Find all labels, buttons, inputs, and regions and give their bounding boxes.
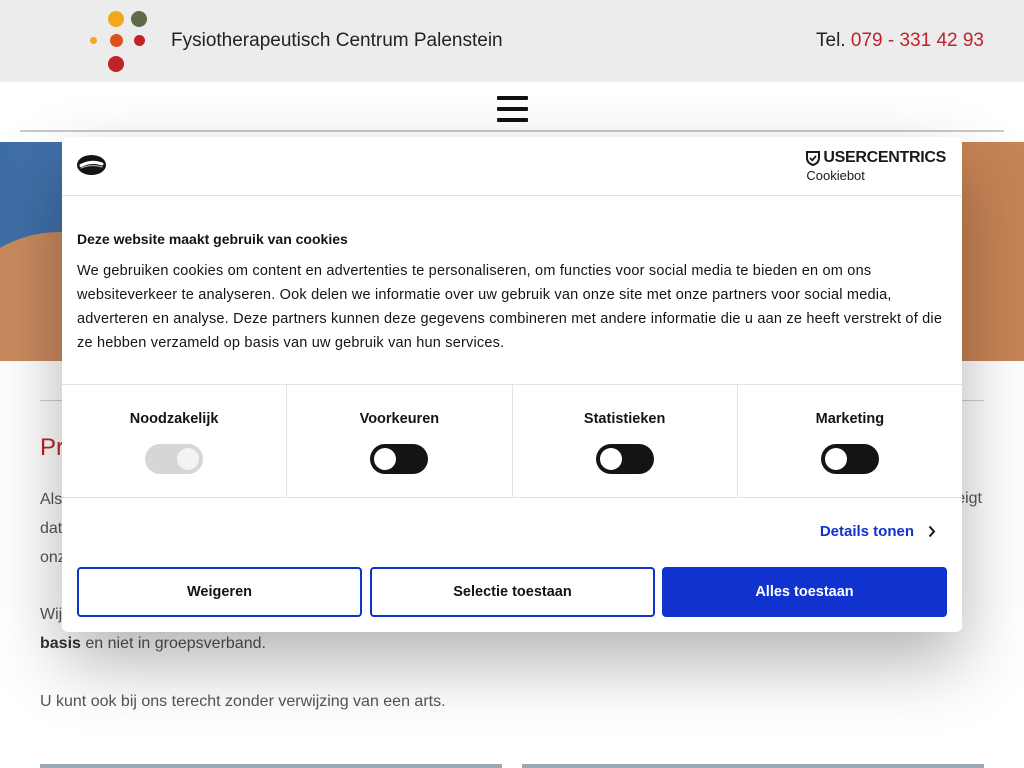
category-statistics: Statistieken bbox=[513, 385, 738, 497]
body-text: basis en niet in groepsverband. bbox=[40, 629, 266, 658]
phone-contact: Tel. 079 - 331 42 93 bbox=[816, 30, 984, 52]
category-label: Voorkeuren bbox=[359, 411, 440, 427]
category-marketing: Marketing bbox=[738, 385, 962, 497]
nav-divider bbox=[20, 130, 1004, 132]
site-logo[interactable] bbox=[86, 8, 150, 76]
brand-name: USERCENTRICS bbox=[823, 149, 946, 166]
body-text-rest: en niet in groepsverband. bbox=[80, 635, 266, 652]
toggle-statistics[interactable] bbox=[595, 444, 654, 474]
photo-thumbnail bbox=[522, 764, 984, 768]
page-heading: Pr bbox=[40, 434, 64, 461]
photo-thumbnail bbox=[40, 764, 502, 768]
body-text: dat bbox=[40, 520, 63, 537]
menu-icon[interactable] bbox=[497, 96, 528, 124]
category-preferences: Voorkeuren bbox=[287, 385, 513, 497]
allow-selection-button[interactable]: Selectie toestaan bbox=[370, 567, 655, 617]
body-text: Wij bbox=[40, 606, 63, 623]
category-label: Statistieken bbox=[583, 411, 666, 427]
cookie-consent-dialog: USERCENTRICS Cookiebot Deze website maak… bbox=[62, 137, 962, 632]
body-text: Als bbox=[40, 491, 63, 508]
cookie-dialog-description: We gebruiken cookies om content en adver… bbox=[77, 263, 943, 351]
toggle-necessary bbox=[145, 444, 204, 474]
details-toggle-link[interactable]: Details tonen bbox=[820, 523, 936, 540]
shield-icon bbox=[806, 150, 821, 166]
category-label: Marketing bbox=[815, 411, 885, 427]
top-header: Fysiotherapeutisch Centrum Palenstein Te… bbox=[0, 0, 1024, 82]
site-name[interactable]: Fysiotherapeutisch Centrum Palenstein bbox=[171, 30, 503, 52]
bold-text: basis bbox=[40, 635, 81, 652]
phone-number-link[interactable]: 079 - 331 42 93 bbox=[851, 30, 984, 51]
cookie-dialog-title: Deze website maakt gebruik van cookies bbox=[77, 231, 348, 247]
cookie-dialog-header: USERCENTRICS Cookiebot bbox=[62, 137, 962, 196]
details-label: Details tonen bbox=[819, 523, 914, 540]
category-necessary: Noodzakelijk bbox=[62, 385, 288, 497]
cookiebot-logo-icon bbox=[77, 155, 106, 175]
usercentrics-brand[interactable]: USERCENTRICS Cookiebot bbox=[806, 149, 946, 183]
body-text: U kunt ook bij ons terecht zonder verwij… bbox=[40, 693, 446, 710]
navigation-bar bbox=[0, 82, 1024, 142]
allow-all-button[interactable]: Alles toestaan bbox=[662, 567, 947, 617]
chevron-right-icon bbox=[928, 525, 936, 538]
reject-button[interactable]: Weigeren bbox=[77, 567, 362, 617]
toggle-preferences[interactable] bbox=[370, 444, 429, 474]
brand-sub: Cookiebot bbox=[806, 168, 865, 183]
cookie-category-toggles: Noodzakelijk Voorkeuren Statistieken Mar… bbox=[62, 384, 962, 498]
phone-label: Tel. bbox=[816, 30, 846, 51]
toggle-marketing[interactable] bbox=[820, 444, 879, 474]
category-label: Noodzakelijk bbox=[129, 411, 219, 427]
